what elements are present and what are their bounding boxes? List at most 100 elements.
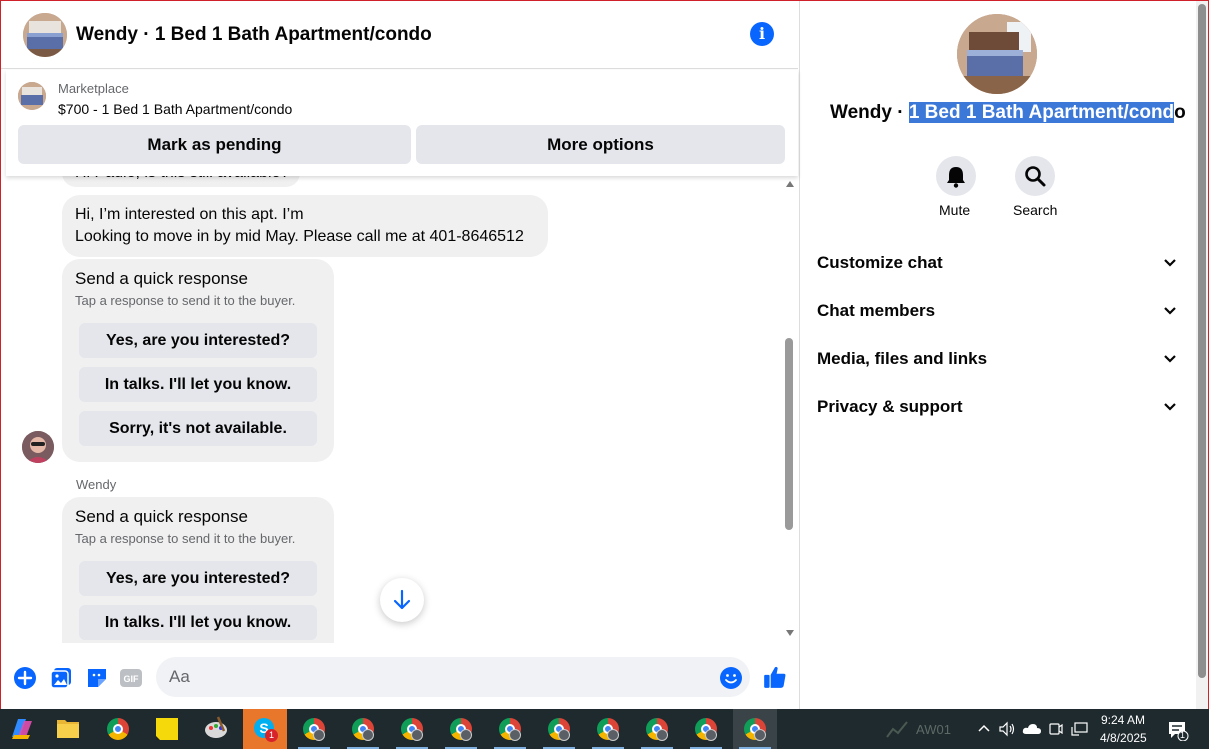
message-thread: Hi Padie, is this still available? Hi, I… (1, 176, 798, 643)
chrome-profile-window[interactable] (488, 709, 532, 749)
section-customize-chat[interactable]: Customize chat (817, 250, 1177, 280)
paint-palette-icon (205, 716, 227, 738)
skype-badge: 1 (265, 729, 278, 742)
section-label: Privacy & support (817, 397, 963, 416)
section-label: Chat members (817, 301, 936, 320)
search-button[interactable] (1015, 156, 1055, 196)
profile-avatar (754, 729, 766, 741)
paint-app[interactable] (194, 709, 238, 749)
scroll-to-bottom-button[interactable] (380, 578, 424, 622)
network-icon[interactable] (1071, 721, 1089, 737)
sticker-icon[interactable] (85, 666, 109, 690)
quick-response-card: Send a quick response Tap a response to … (62, 497, 334, 643)
section-chat-members[interactable]: Chat members (817, 298, 1177, 328)
scroll-down-arrow[interactable] (786, 630, 794, 636)
meet-now-icon[interactable] (1048, 721, 1064, 737)
copilot-icon (12, 719, 32, 739)
mute-button[interactable] (936, 156, 976, 196)
chat-name-heading: Wendy · 1 Bed 1 Bath Apartment/condo (830, 102, 1186, 124)
message-input[interactable]: Aa (156, 657, 750, 697)
profile-avatar (362, 729, 374, 741)
onedrive-icon[interactable] (1022, 722, 1042, 736)
quick-response-title: Send a quick response (75, 269, 248, 288)
chrome-profile-window[interactable] (390, 709, 434, 749)
thread-scrollbar-thumb[interactable] (785, 338, 793, 530)
listing-avatar[interactable] (23, 12, 67, 57)
quick-response-card: Send a quick response Tap a response to … (62, 259, 334, 462)
marketplace-card: Marketplace $700 - 1 Bed 1 Bath Apartmen… (6, 70, 798, 176)
notifications-icon[interactable] (1167, 719, 1189, 741)
copilot-app[interactable] (0, 709, 44, 749)
section-privacy-support[interactable]: Privacy & support (817, 394, 1177, 424)
quick-response-option[interactable]: In talks. I'll let you know. (79, 367, 317, 402)
conversation-header: Wendy · 1 Bed 1 Bath Apartment/condo i (1, 1, 798, 69)
chrome-profile-window[interactable] (635, 709, 679, 749)
search-label[interactable]: Search (1013, 202, 1057, 218)
quick-response-option[interactable]: Yes, are you interested? (79, 323, 317, 358)
emoji-icon[interactable] (719, 666, 743, 690)
sender-name: Wendy (76, 477, 117, 492)
profile-avatar (411, 729, 423, 741)
network-activity-icon[interactable] (885, 719, 909, 739)
skype-icon: S (254, 718, 274, 738)
sticky-notes-app[interactable] (145, 709, 189, 749)
message-bubble: Hi, I’m interested on this apt. I’m Look… (62, 195, 548, 257)
listing-summary[interactable]: $700 - 1 Bed 1 Bath Apartment/condo (58, 101, 292, 117)
scroll-up-arrow[interactable] (786, 181, 794, 187)
clock-date[interactable]: 4/8/2025 (1100, 731, 1147, 745)
file-explorer-app[interactable] (46, 709, 90, 749)
quick-response-option[interactable]: Yes, are you interested? (79, 561, 317, 596)
conversation-title[interactable]: Wendy · 1 Bed 1 Bath Apartment/condo (76, 24, 432, 46)
tray-label[interactable]: AW01 (916, 722, 951, 737)
mark-as-pending-button[interactable]: Mark as pending (18, 125, 411, 164)
message-input-placeholder: Aa (169, 667, 190, 686)
chrome-profile-window[interactable] (439, 709, 483, 749)
gif-icon[interactable]: GIF (119, 666, 143, 690)
sticky-note-icon (156, 718, 178, 740)
chevron-down-icon (1164, 307, 1176, 315)
bell-icon (947, 167, 965, 188)
skype-app[interactable]: S 1 (243, 709, 287, 749)
profile-avatar (607, 729, 619, 741)
message-text-line: Looking to move in by mid May. Please ca… (75, 228, 524, 245)
profile-avatar (460, 729, 472, 741)
chrome-profile-window-active[interactable] (733, 709, 777, 749)
chrome-profile-window[interactable] (341, 709, 385, 749)
chrome-profile-window[interactable] (292, 709, 336, 749)
quick-response-subtitle: Tap a response to send it to the buyer. (75, 293, 296, 308)
page-scrollbar-thumb[interactable] (1198, 4, 1206, 678)
speaker-icon[interactable] (998, 721, 1016, 737)
quick-response-subtitle: Tap a response to send it to the buyer. (75, 531, 296, 546)
plus-icon[interactable] (13, 666, 37, 690)
quick-response-option[interactable]: In talks. I'll let you know. (79, 605, 317, 640)
section-label: Customize chat (817, 253, 943, 272)
taskbar: S 1 AW01 9:24 AM 4/8/2025 1 (0, 709, 1209, 749)
chrome-icon (107, 718, 129, 740)
chat-name-prefix: Wendy · (830, 102, 909, 123)
listing-thumbnail[interactable] (18, 82, 46, 110)
chevron-up-icon[interactable] (977, 723, 991, 733)
selected-text: 1 Bed 1 Bath Apartment/cond (908, 102, 1175, 123)
chrome-profile-window[interactable] (537, 709, 581, 749)
thumbs-up-icon[interactable] (762, 664, 788, 690)
message-text: Hi Padie, is this still available? (75, 176, 289, 184)
profile-avatar (509, 729, 521, 741)
mute-label[interactable]: Mute (939, 202, 970, 218)
clock-time[interactable]: 9:24 AM (1101, 713, 1145, 727)
chrome-profile-window[interactable] (586, 709, 630, 749)
marketplace-label: Marketplace (58, 81, 129, 96)
conversation-pane: Wendy · 1 Bed 1 Bath Apartment/condo i M… (1, 1, 798, 709)
buyer-avatar[interactable] (22, 431, 54, 463)
svg-text:GIF: GIF (124, 674, 140, 684)
info-icon[interactable]: i (750, 22, 774, 46)
quick-response-option[interactable]: Sorry, it's not available. (79, 411, 317, 446)
listing-photo[interactable] (957, 14, 1037, 94)
chat-details-pane: Wendy · 1 Bed 1 Bath Apartment/condo Mut… (799, 1, 1196, 709)
section-media-files-links[interactable]: Media, files and links (817, 346, 1177, 376)
chrome-profile-window[interactable] (684, 709, 728, 749)
chrome-app[interactable] (96, 709, 140, 749)
profile-avatar (656, 729, 668, 741)
photo-icon[interactable] (49, 666, 73, 690)
profile-avatar (705, 729, 717, 741)
more-options-button[interactable]: More options (416, 125, 785, 164)
